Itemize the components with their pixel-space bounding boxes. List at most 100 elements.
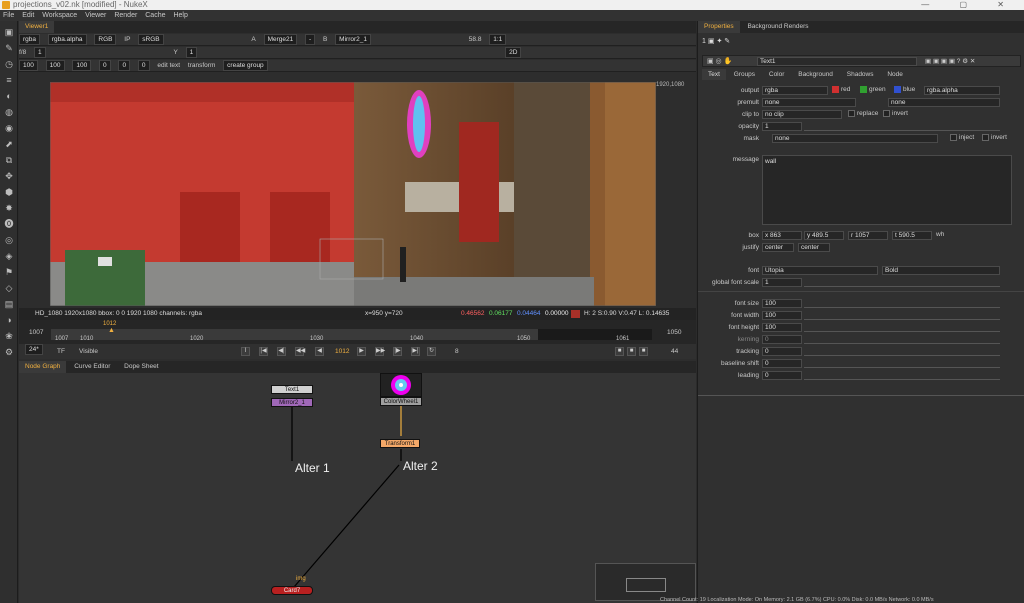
keyer-tool-icon[interactable]: ◉ — [4, 123, 14, 133]
lock-icon[interactable]: ▣ — [708, 38, 715, 45]
node-card7[interactable]: Card7 — [271, 586, 313, 595]
step-back-icon[interactable]: ◀◀ — [295, 347, 305, 356]
mask-invert-checkbox[interactable]: invert — [982, 134, 1007, 141]
text-height-field[interactable]: 100 — [72, 60, 92, 71]
node-mirror2-1[interactable]: Mirror2_1 — [271, 398, 313, 407]
tab-background-renders[interactable]: Background Renders — [741, 21, 814, 33]
filter-tool-icon[interactable]: ◍ — [4, 107, 14, 117]
tab-properties[interactable]: Properties — [698, 21, 740, 33]
menu-viewer[interactable]: Viewer — [82, 12, 109, 19]
ratio-select[interactable]: 1:1 — [489, 34, 507, 45]
font-size-slider[interactable] — [804, 299, 1000, 308]
loop-icon[interactable]: ↻ — [427, 347, 436, 356]
toolsets-tool-icon[interactable]: ⚑ — [4, 267, 14, 277]
output-select[interactable]: rgba — [762, 86, 828, 95]
edit-text-toggle[interactable]: edit text — [157, 62, 180, 69]
layers-tool-icon[interactable]: ⧉ — [4, 155, 14, 165]
subtab-color[interactable]: Color — [763, 69, 791, 80]
node-text1[interactable]: Text1 — [271, 385, 313, 394]
tracking-field[interactable]: 0 — [762, 347, 802, 356]
frame-field[interactable]: 1 — [34, 47, 46, 58]
cara-tool-icon[interactable]: ❀ — [4, 331, 14, 341]
ip-toggle[interactable]: IP — [124, 36, 130, 43]
input-b-select[interactable]: Mirror2_1 — [335, 34, 371, 45]
window-controls[interactable]: — ▢ ✕ — [921, 0, 1018, 10]
last-frame-icon[interactable]: ▶| — [411, 347, 420, 356]
alpha-select[interactable]: rgba.alpha — [47, 34, 87, 45]
kerning-field[interactable]: 0 — [762, 335, 802, 344]
create-group-button[interactable]: create group — [223, 60, 268, 71]
fstop-value[interactable]: f/8 — [19, 49, 26, 56]
global-font-scale-slider[interactable] — [804, 278, 1000, 287]
output-green-checkbox[interactable]: green — [860, 86, 886, 93]
box-x-field[interactable]: x 863 — [762, 231, 802, 240]
message-textarea[interactable]: wall — [762, 155, 1012, 225]
next-keyframe-icon[interactable]: |▶ — [393, 347, 402, 356]
node-graph-minimap[interactable] — [595, 563, 696, 601]
wipe-select[interactable]: - — [305, 34, 316, 45]
kerning-field[interactable]: 0 — [99, 60, 111, 71]
metadata-tool-icon[interactable]: ◈ — [4, 251, 14, 261]
subtab-background[interactable]: Background — [792, 69, 839, 80]
global-font-scale-field[interactable]: 1 — [762, 278, 802, 287]
output-red-checkbox[interactable]: red — [832, 86, 850, 93]
text-size-field[interactable]: 100 — [19, 60, 38, 71]
in-out-icon[interactable]: I — [241, 347, 250, 356]
output-alpha-select[interactable]: rgba.alpha — [924, 86, 1000, 95]
font-height-field[interactable]: 100 — [762, 323, 802, 332]
display-channel-select[interactable]: RGB — [94, 34, 117, 45]
rotation-field[interactable]: 0 — [137, 60, 150, 71]
justify-vertical-select[interactable]: center — [798, 243, 830, 252]
particles-tool-icon[interactable]: ✸ — [4, 203, 14, 213]
font-width-slider[interactable] — [804, 311, 1000, 320]
node-name-field[interactable]: Text1 — [757, 57, 917, 66]
box-r-field[interactable]: r 1057 — [848, 231, 888, 240]
plugin-tool-icon[interactable]: ⚙ — [4, 347, 14, 357]
mask-select[interactable]: none — [772, 134, 938, 143]
float-icon[interactable]: ✦ — [716, 38, 722, 45]
font-style-select[interactable]: Bold — [882, 266, 1000, 275]
node-colorwheel-thumb[interactable] — [380, 373, 422, 397]
premult-alpha-select[interactable]: none — [888, 98, 1000, 107]
deep-tool-icon[interactable]: ⓿ — [4, 219, 14, 229]
ocula-tool-icon[interactable]: ◑ — [4, 315, 14, 325]
font-family-select[interactable]: Utopia — [762, 266, 878, 275]
color-tool-icon[interactable]: ◐ — [4, 91, 14, 101]
subtab-shadows[interactable]: Shadows — [841, 69, 880, 80]
node-transform1[interactable]: Transform1 — [380, 439, 420, 448]
play-backward-icon[interactable]: ◀ — [315, 347, 324, 356]
lut-select[interactable]: sRGB — [138, 34, 164, 45]
box-y-field[interactable]: y 489.5 — [804, 231, 844, 240]
out-point[interactable]: 1050 — [667, 329, 681, 336]
menu-cache[interactable]: Cache — [142, 12, 168, 19]
draw-tool-icon[interactable]: ✎ — [4, 43, 14, 53]
merge-tool-icon[interactable]: ⬈ — [4, 139, 14, 149]
menu-workspace[interactable]: Workspace — [39, 12, 80, 19]
font-size-field[interactable]: 100 — [762, 299, 802, 308]
subtab-text[interactable]: Text — [702, 69, 726, 80]
tracking-slider[interactable] — [804, 347, 1000, 356]
subtab-node[interactable]: Node — [881, 69, 909, 80]
opacity-field[interactable]: 1 — [762, 122, 802, 131]
box-t-field[interactable]: t 590.5 — [892, 231, 932, 240]
menu-render[interactable]: Render — [111, 12, 140, 19]
cache-icon[interactable]: ■ — [627, 347, 636, 356]
font-height-slider[interactable] — [804, 323, 1000, 332]
box-wh-toggle[interactable]: wh — [936, 231, 944, 238]
timeline-format-select[interactable]: TF — [57, 344, 65, 359]
output-blue-checkbox[interactable]: blue — [894, 86, 915, 93]
clipto-select[interactable]: no clip — [762, 110, 842, 119]
transform-toggle[interactable]: transform — [188, 62, 215, 69]
invert-checkbox[interactable]: invert — [883, 110, 908, 117]
replace-checkbox[interactable]: replace — [848, 110, 878, 117]
y-field[interactable]: 1 — [185, 47, 198, 58]
range-select[interactable]: Visible — [79, 344, 98, 359]
first-frame-icon[interactable]: |◀ — [259, 347, 268, 356]
skip-field[interactable]: 44 — [671, 344, 678, 359]
views-tool-icon[interactable]: ◎ — [4, 235, 14, 245]
font-width-field[interactable]: 100 — [762, 311, 802, 320]
kerning-slider[interactable] — [804, 335, 1000, 344]
input-a-select[interactable]: Merge21 — [263, 34, 298, 45]
playback-mode-icon[interactable]: ■ — [615, 347, 624, 356]
image-tool-icon[interactable]: ▣ — [4, 27, 14, 37]
